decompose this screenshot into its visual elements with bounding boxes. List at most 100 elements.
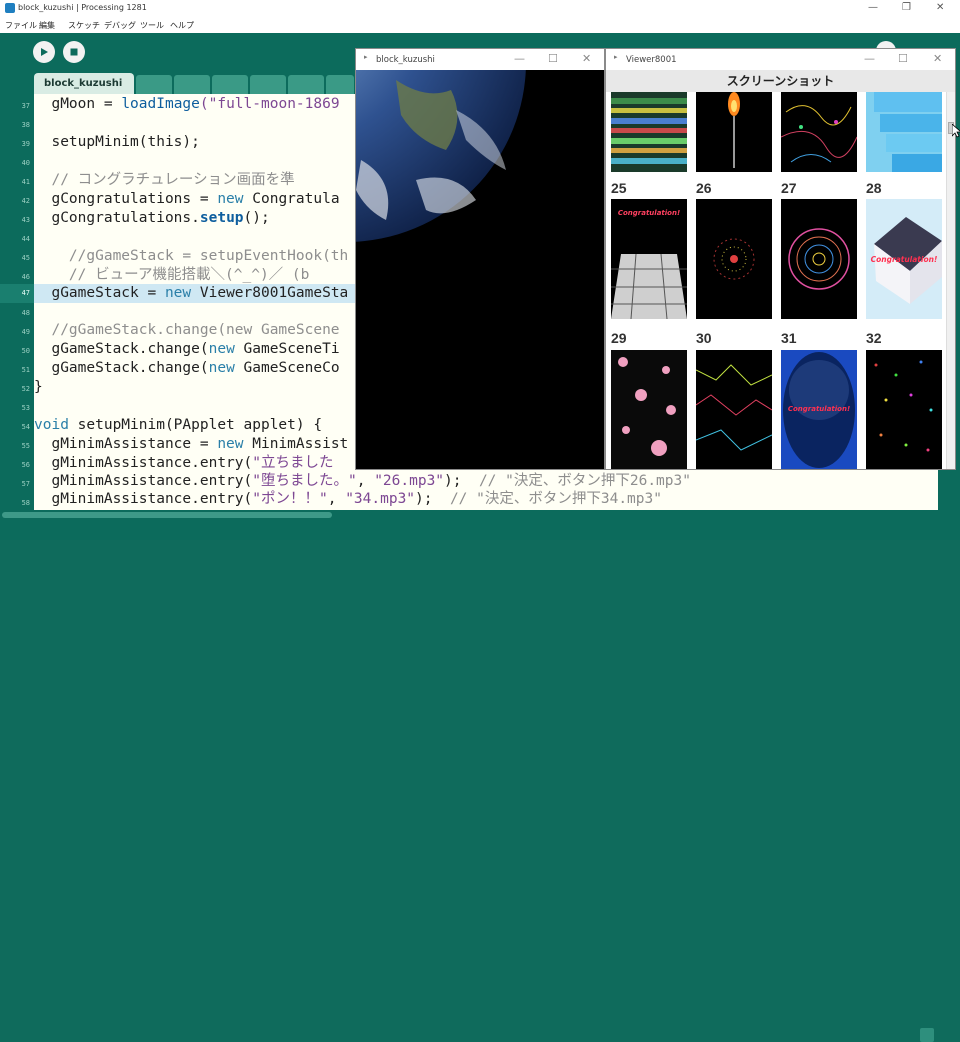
close-icon[interactable]: ✕ bbox=[582, 52, 591, 65]
thumbnail-number: 27 bbox=[781, 180, 797, 196]
earth-image bbox=[356, 70, 526, 242]
sketch-window[interactable]: ▸ block_kuzushi — ☐ ✕ bbox=[355, 48, 605, 470]
line-number: 43 bbox=[21, 216, 30, 224]
screenshot-thumbnail[interactable] bbox=[781, 199, 857, 319]
console-area bbox=[0, 510, 960, 1042]
tab-block-kuzushi[interactable]: block_kuzushi bbox=[34, 73, 134, 94]
line-number: 55 bbox=[21, 442, 30, 450]
thumbnail-number: 26 bbox=[696, 180, 712, 196]
close-icon[interactable]: ✕ bbox=[933, 52, 942, 65]
tab-file-3[interactable] bbox=[174, 75, 210, 94]
viewer-window-titlebar: ▸ Viewer8001 — ☐ ✕ bbox=[606, 49, 955, 70]
line-number: 52 bbox=[21, 385, 30, 393]
window-menu-icon[interactable]: ▸ bbox=[614, 53, 618, 61]
screenshot-thumbnail[interactable] bbox=[611, 350, 687, 469]
close-icon[interactable]: ✕ bbox=[936, 2, 944, 13]
screenshot-thumbnail[interactable]: Congratulation! bbox=[611, 199, 687, 319]
minimize-icon[interactable]: — bbox=[868, 2, 878, 13]
thumbnail-image bbox=[611, 98, 687, 164]
minimize-icon[interactable]: — bbox=[864, 52, 875, 65]
screenshot-thumbnail[interactable] bbox=[696, 199, 772, 319]
line-number: 39 bbox=[21, 140, 30, 148]
line-number: 45 bbox=[21, 254, 30, 262]
screenshot-thumbnail[interactable] bbox=[696, 350, 772, 469]
thumbnail-image bbox=[618, 357, 676, 456]
console-toggle-icon[interactable] bbox=[920, 1028, 934, 1042]
thumbnail-caption: Congratulation! bbox=[787, 405, 851, 413]
play-icon bbox=[41, 48, 48, 56]
screenshot-thumbnail[interactable]: Congratulation! bbox=[866, 199, 942, 319]
line-number: 51 bbox=[21, 366, 30, 374]
menu-tools[interactable]: ツール bbox=[140, 20, 164, 31]
menu-sketch[interactable]: スケッチ bbox=[68, 20, 100, 31]
thumbnail-image bbox=[874, 360, 933, 452]
line-number: 44 bbox=[21, 235, 30, 243]
minimize-icon[interactable]: — bbox=[514, 52, 525, 65]
screenshot-thumbnail[interactable] bbox=[866, 92, 942, 172]
stop-button[interactable] bbox=[63, 41, 85, 63]
thumbnail-caption: Congratulation! bbox=[870, 255, 938, 264]
line-number: 48 bbox=[21, 309, 30, 317]
stop-icon bbox=[70, 48, 78, 56]
processing-app-icon bbox=[5, 3, 15, 13]
thumbnail-caption: Congratulation! bbox=[617, 209, 681, 217]
thumbnail-image bbox=[696, 364, 772, 451]
thumbnail-number: 32 bbox=[866, 330, 882, 346]
line-number: 41 bbox=[21, 178, 30, 186]
line-number-gutter: 37 38 39 40 41 42 43 44 45 46 47 48 49 5… bbox=[0, 94, 34, 510]
sketch-window-title: block_kuzushi bbox=[376, 55, 435, 65]
thumbnail-number: 29 bbox=[611, 330, 627, 346]
ide-menubar: ファイル 編集 スケッチ デバッグ ツール ヘルプ bbox=[0, 17, 960, 33]
sketch-canvas[interactable] bbox=[356, 70, 604, 469]
tab-file-7[interactable] bbox=[326, 75, 354, 94]
screenshot-thumbnail[interactable] bbox=[781, 92, 857, 172]
mouse-cursor-icon bbox=[952, 124, 960, 138]
line-number: 50 bbox=[21, 347, 30, 355]
thumbnail-number: 30 bbox=[696, 330, 712, 346]
menu-debug[interactable]: デバッグ bbox=[104, 20, 136, 31]
line-number: 53 bbox=[21, 404, 30, 412]
ide-titlebar: block_kuzushi | Processing 1281 — ❐ ✕ bbox=[0, 0, 960, 17]
run-button[interactable] bbox=[33, 41, 55, 63]
thumbnail-image bbox=[788, 228, 850, 290]
sketch-window-titlebar: ▸ block_kuzushi — ☐ ✕ bbox=[356, 49, 604, 70]
window-menu-icon[interactable]: ▸ bbox=[364, 53, 368, 61]
ide-window-title: block_kuzushi | Processing 1281 bbox=[18, 3, 147, 12]
line-number: 40 bbox=[21, 159, 30, 167]
thumbnail-image bbox=[611, 253, 687, 319]
tab-file-4[interactable] bbox=[212, 75, 248, 94]
menu-file[interactable]: ファイル bbox=[5, 20, 37, 31]
code-line: gMinimAssistance.entry("堕ちました。", "26.mp3… bbox=[34, 473, 691, 489]
horizontal-scrollbar[interactable] bbox=[2, 512, 332, 518]
thumbnail-number: 25 bbox=[611, 180, 627, 196]
thumbnail-image bbox=[713, 238, 755, 280]
restore-icon[interactable]: ❐ bbox=[902, 2, 911, 13]
viewer-window-title: Viewer8001 bbox=[626, 55, 677, 65]
thumbnail-image bbox=[874, 92, 942, 172]
tab-file-2[interactable] bbox=[136, 75, 172, 94]
line-number: 38 bbox=[21, 121, 30, 129]
screenshot-thumbnail[interactable] bbox=[611, 92, 687, 172]
code-line: gMinimAssistance.entry("ポン！！", "34.mp3")… bbox=[34, 491, 662, 507]
menu-help[interactable]: ヘルプ bbox=[170, 20, 194, 31]
viewer-vertical-scrollbar[interactable] bbox=[946, 92, 955, 469]
maximize-icon[interactable]: ☐ bbox=[898, 52, 908, 65]
line-number: 49 bbox=[21, 328, 30, 336]
line-number: 54 bbox=[21, 423, 30, 431]
screenshot-grid[interactable]: 25 26 27 28 Congratulation! Congratulati… bbox=[606, 92, 946, 469]
line-number: 37 bbox=[21, 102, 30, 110]
line-number: 57 bbox=[21, 480, 30, 488]
thumbnail-image bbox=[728, 92, 740, 168]
tab-file-5[interactable] bbox=[250, 75, 286, 94]
screenshot-thumbnail[interactable]: Congratulation! bbox=[781, 350, 857, 469]
maximize-icon[interactable]: ☐ bbox=[548, 52, 558, 65]
viewer-window[interactable]: ▸ Viewer8001 — ☐ ✕ スクリーンショット 25 26 27 28… bbox=[605, 48, 956, 470]
menu-edit[interactable]: 編集 bbox=[39, 20, 55, 31]
thumbnail-number: 31 bbox=[781, 330, 797, 346]
tab-file-6[interactable] bbox=[288, 75, 324, 94]
screenshot-thumbnail[interactable] bbox=[866, 350, 942, 469]
line-number: 42 bbox=[21, 197, 30, 205]
thumbnail-image bbox=[781, 105, 857, 163]
screenshot-thumbnail[interactable] bbox=[696, 92, 772, 172]
line-number: 56 bbox=[21, 461, 30, 469]
